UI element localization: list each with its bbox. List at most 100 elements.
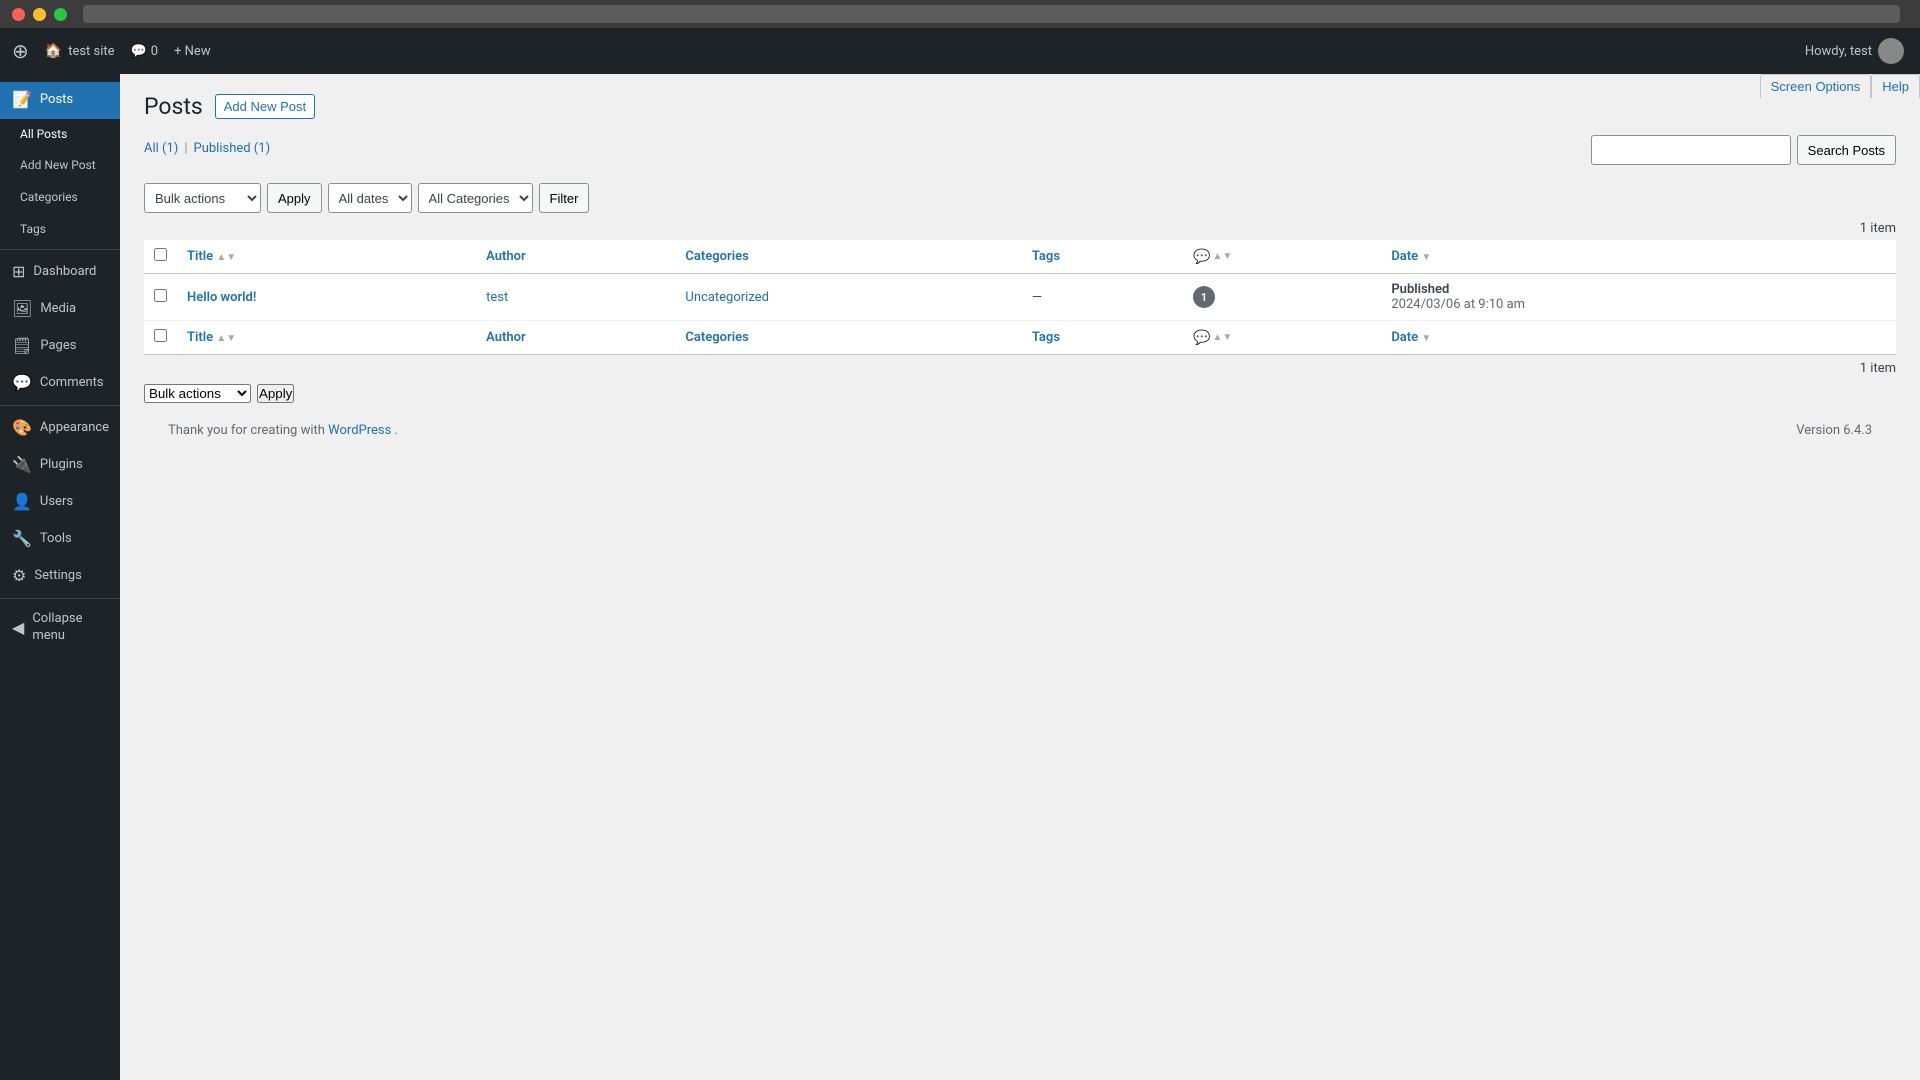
table-footer-title[interactable]: Title ▲▼	[177, 321, 476, 355]
admin-bar-site[interactable]: 🏠 test site	[45, 43, 115, 59]
titlebar-minimize-btn[interactable]	[33, 8, 46, 21]
sidebar-item-add-new-post[interactable]: Add New Post	[0, 150, 120, 182]
post-title-link[interactable]: Hello world!	[187, 290, 256, 305]
author-footer-label: Author	[486, 330, 526, 345]
screen-options-button[interactable]: Screen Options	[1760, 74, 1872, 98]
title-footer-label: Title	[187, 330, 213, 345]
admin-bar-new[interactable]: + New	[174, 44, 211, 59]
admin-bar-howdy[interactable]: Howdy, test	[1805, 38, 1904, 64]
all-posts-label: All Posts	[20, 127, 67, 143]
sidebar-item-tags[interactable]: Tags	[0, 214, 120, 246]
filter-link-all[interactable]: All (1)	[144, 141, 178, 156]
sidebar-item-all-posts[interactable]: All Posts	[0, 119, 120, 151]
row-checkbox-cell	[144, 274, 177, 321]
apply-button-bottom[interactable]: Apply	[257, 384, 294, 403]
toolbar-top: Bulk actions Edit Move to Trash Apply Al…	[144, 183, 1896, 213]
title-sort-icon: ▲▼	[216, 252, 236, 263]
tags-header-label: Tags	[1032, 249, 1060, 264]
table-footer-author: Author	[476, 321, 675, 355]
layout: 📝 Posts All Posts Add New Post Categorie…	[0, 74, 1920, 1080]
sidebar-divider-3	[0, 598, 120, 599]
settings-icon: ⚙	[12, 566, 26, 587]
table-header-comments[interactable]: 💬 ▲▼	[1183, 240, 1381, 274]
sidebar-item-posts[interactable]: 📝 Posts	[0, 82, 120, 119]
search-posts-button[interactable]: Search Posts	[1797, 135, 1896, 165]
admin-bar: ⊕ 🏠 test site 💬 0 + New Howdy, test	[0, 28, 1920, 74]
admin-bar-comments[interactable]: 💬 0	[131, 44, 159, 59]
table-footer-date[interactable]: Date ▼	[1381, 321, 1896, 355]
titlebar-maximize-btn[interactable]	[54, 8, 67, 21]
footer-wp-link[interactable]: WordPress	[328, 423, 391, 438]
select-all-checkbox[interactable]	[154, 248, 167, 261]
titlebar-close-btn[interactable]	[12, 8, 25, 21]
sidebar-item-settings[interactable]: ⚙ Settings	[0, 558, 120, 595]
select-all-footer-checkbox[interactable]	[154, 329, 167, 342]
author-header-label: Author	[486, 249, 526, 264]
toolbar-bottom: Bulk actions Edit Move to Trash Apply	[144, 384, 1896, 403]
date-status: Published	[1391, 282, 1886, 297]
date-sort-icon: ▼	[1421, 252, 1431, 263]
address-bar[interactable]	[83, 5, 1900, 23]
sidebar-item-users[interactable]: 👤 Users	[0, 484, 120, 521]
author-link[interactable]: test	[486, 290, 508, 305]
search-input[interactable]	[1591, 135, 1791, 165]
sidebar-plugins-label: Plugins	[40, 457, 83, 474]
categories-header-label: Categories	[685, 249, 748, 264]
sidebar-item-plugins[interactable]: 🔌 Plugins	[0, 447, 120, 484]
sidebar-item-appearance[interactable]: 🎨 Appearance	[0, 410, 120, 447]
sidebar-item-comments[interactable]: 💬 Comments	[0, 365, 120, 402]
table-header-date[interactable]: Date ▼	[1381, 240, 1896, 274]
title-footer-sort-icon: ▲▼	[216, 333, 236, 344]
sidebar-media-label: Media	[40, 301, 76, 318]
plugins-icon: 🔌	[12, 455, 32, 476]
sidebar-pages-label: Pages	[40, 338, 76, 355]
categories-select[interactable]: All Categories	[418, 183, 533, 213]
apply-button-top[interactable]: Apply	[267, 183, 322, 213]
table-footer-categories: Categories	[675, 321, 1021, 355]
comment-count-badge[interactable]: 1	[1193, 286, 1215, 308]
table-footer-tags: Tags	[1022, 321, 1183, 355]
sidebar-item-media[interactable]: 🖼 Media	[0, 291, 120, 328]
comments-count: 0	[151, 44, 158, 59]
footer: Thank you for creating with WordPress . …	[144, 403, 1896, 458]
table-footer-comments[interactable]: 💬 ▲▼	[1183, 321, 1381, 355]
bulk-actions-select-top[interactable]: Bulk actions Edit Move to Trash	[144, 183, 261, 213]
dates-select[interactable]: All dates	[328, 183, 412, 213]
footer-version: Version 6.4.3	[1796, 423, 1872, 438]
sidebar-item-dashboard[interactable]: ⊞ Dashboard	[0, 254, 120, 291]
table-row: Hello world! test Uncategorized — 1	[144, 274, 1896, 321]
comments-column-icon: 💬	[1193, 249, 1210, 265]
comments-footer-sort-icon: ▲▼	[1212, 332, 1232, 343]
screen-options-bar: Screen Options Help	[1760, 74, 1920, 98]
category-link[interactable]: Uncategorized	[685, 290, 768, 305]
filter-button[interactable]: Filter	[539, 183, 590, 213]
users-icon: 👤	[12, 492, 32, 513]
dashboard-icon: ⊞	[12, 262, 25, 283]
main-content: Screen Options Help Posts Add New Post A…	[120, 74, 1920, 1080]
sidebar-item-pages[interactable]: 🗒 Pages	[0, 328, 120, 365]
footer-thank-you: Thank you for creating with	[168, 423, 328, 438]
sidebar-collapse[interactable]: ◀ Collapse menu	[0, 603, 120, 653]
add-new-post-button[interactable]: Add New Post	[215, 94, 315, 119]
sidebar-dashboard-label: Dashboard	[33, 264, 96, 281]
bulk-actions-select-bottom[interactable]: Bulk actions Edit Move to Trash	[144, 384, 251, 403]
sidebar-appearance-label: Appearance	[40, 420, 109, 437]
filter-link-published[interactable]: Published (1)	[194, 141, 271, 156]
tags-footer-label: Tags	[1032, 330, 1060, 345]
sidebar-item-tools[interactable]: 🔧 Tools	[0, 521, 120, 558]
help-button[interactable]: Help	[1871, 74, 1920, 98]
titlebar	[0, 0, 1920, 28]
row-checkbox[interactable]	[154, 289, 167, 302]
table-header-title[interactable]: Title ▲▼	[177, 240, 476, 274]
pages-icon: 🗒	[12, 336, 32, 357]
filter-links: All (1) | Published (1)	[144, 141, 270, 156]
page-title: Posts	[144, 95, 203, 118]
table-header-checkbox	[144, 240, 177, 274]
table-footer-row: Title ▲▼ Author Categories Tags 💬	[144, 321, 1896, 355]
comment-icon: 💬	[131, 44, 147, 59]
sidebar-item-categories[interactable]: Categories	[0, 182, 120, 214]
tools-icon: 🔧	[12, 529, 32, 550]
title-header-label: Title	[187, 249, 213, 264]
page-header: Posts Add New Post	[144, 94, 1896, 119]
wp-logo[interactable]: ⊕	[12, 41, 29, 61]
